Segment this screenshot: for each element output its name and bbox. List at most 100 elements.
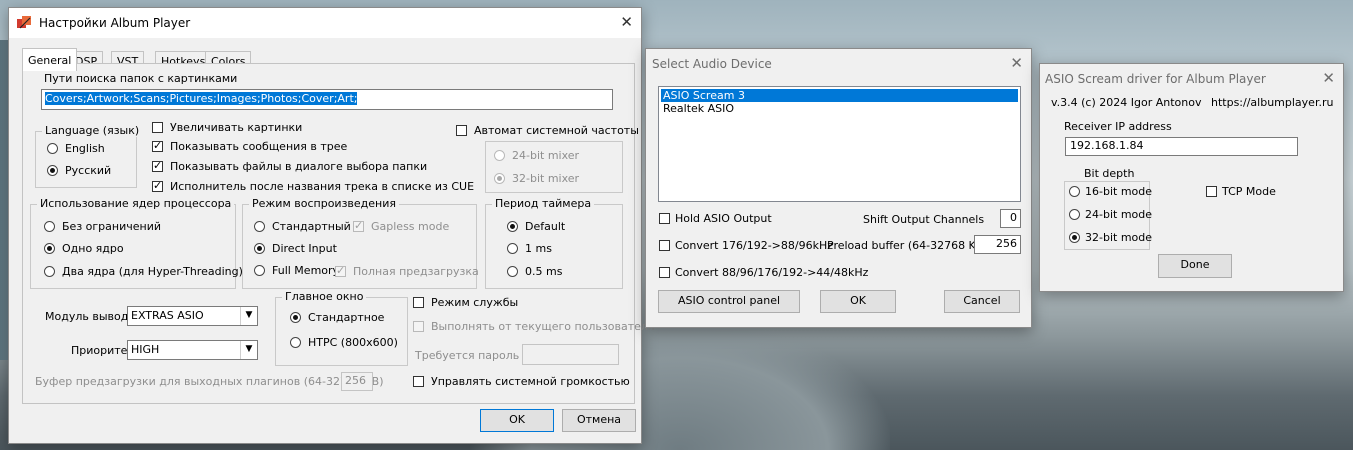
priority-value: HIGH (131, 343, 160, 356)
settings-titlebar[interactable]: Настройки Album Player ✕ (9, 8, 641, 38)
audio-device-window: Select Audio Device ✕ ASIO Scream 3 Real… (645, 48, 1032, 328)
radio-24bit[interactable] (1069, 209, 1080, 220)
radio-32bit-mixer-label: 32-bit mixer (512, 172, 580, 185)
enlarge-checkbox[interactable] (152, 122, 163, 133)
settings-title: Настройки Album Player (39, 16, 191, 30)
password-label: Требуется пароль (415, 349, 520, 362)
radio-russian[interactable] (47, 165, 58, 176)
radio-mainwin-standard[interactable] (290, 312, 301, 323)
output-select[interactable]: EXTRAS ASIO ▼ (127, 306, 258, 326)
scream-titlebar[interactable]: ASIO Scream driver for Album Player ✕ (1040, 64, 1343, 94)
buffer-label: Буфер предзагрузки для выходных плагинов… (35, 375, 384, 388)
radio-timer-1ms[interactable] (507, 243, 518, 254)
audio-ok-button[interactable]: OK (820, 290, 896, 313)
files-checkbox[interactable] (152, 159, 163, 172)
radio-play-direct-label: Direct Input (272, 242, 337, 255)
bit-depth-label: Bit depth (1084, 167, 1135, 180)
auto-freq-label: Автомат системной частоты (474, 124, 639, 137)
run-as-checkbox[interactable] (413, 321, 424, 332)
volume-checkbox[interactable] (413, 376, 424, 387)
radio-cpu-dual[interactable] (44, 266, 55, 277)
paths-label: Пути поиска папок с картинками (44, 72, 238, 85)
device-list[interactable]: ASIO Scream 3 Realtek ASIO (658, 86, 1021, 202)
output-label: Модуль вывода (45, 310, 136, 323)
chevron-down-icon[interactable]: ▼ (240, 307, 257, 325)
shift-channels-value: 0 (1010, 211, 1017, 224)
ip-label: Receiver IP address (1064, 120, 1172, 133)
tray-label: Показывать сообщения в трее (170, 140, 348, 153)
preload-checkbox[interactable] (335, 264, 346, 277)
app-icon (17, 16, 31, 29)
radio-cpu-unlimited-label: Без ограничений (62, 220, 161, 233)
website-link[interactable]: https://albumplayer.ru (1211, 96, 1333, 109)
list-item[interactable]: Realtek ASIO (661, 102, 1018, 115)
paths-input[interactable]: Covers;Artwork;Scans;Pictures;Images;Pho… (41, 89, 613, 110)
gapless-label: Gapless mode (371, 220, 450, 233)
artist-label: Исполнитель после названия трека в списк… (170, 180, 475, 193)
radio-mainwin-htpc[interactable] (290, 337, 301, 348)
radio-russian-label: Русский (65, 164, 112, 177)
radio-play-direct[interactable] (254, 243, 265, 254)
radio-mainwin-standard-label: Стандартное (308, 311, 385, 324)
radio-play-standard[interactable] (254, 221, 265, 232)
settings-ok-button[interactable]: OK (480, 409, 554, 432)
tab-general[interactable]: General (22, 48, 78, 71)
paths-value: Covers;Artwork;Scans;Pictures;Images;Pho… (45, 92, 358, 105)
list-item[interactable]: ASIO Scream 3 (661, 89, 1018, 102)
ip-value: 192.168.1.84 (1070, 139, 1144, 152)
version-text: v.3.4 (c) 2024 Igor Antonov (1051, 96, 1202, 109)
close-icon[interactable]: ✕ (1010, 54, 1023, 72)
tray-checkbox[interactable] (152, 139, 163, 152)
files-label: Показывать файлы в диалоге выбора папки (170, 160, 428, 173)
cpu-group-title: Использование ядер процессора (37, 197, 235, 210)
done-button[interactable]: Done (1158, 254, 1232, 278)
close-icon[interactable]: ✕ (1322, 69, 1335, 87)
preload-buffer-value: 256 (996, 237, 1017, 250)
radio-24bit-mixer[interactable] (494, 150, 505, 161)
radio-play-standard-label: Стандартный (272, 220, 351, 233)
artist-checkbox[interactable] (152, 179, 163, 192)
output-value: EXTRAS ASIO (131, 309, 204, 322)
radio-16bit[interactable] (1069, 186, 1080, 197)
preload-buffer-input[interactable]: 256 (974, 235, 1021, 254)
radio-timer-default-label: Default (525, 220, 566, 233)
convert-88-checkbox[interactable] (659, 267, 670, 278)
radio-32bit-mixer[interactable] (494, 173, 505, 184)
radio-cpu-single[interactable] (44, 243, 55, 254)
audio-cancel-button[interactable]: Cancel (944, 290, 1020, 313)
service-checkbox[interactable] (413, 297, 424, 308)
service-label: Режим службы (431, 296, 519, 309)
chevron-down-icon[interactable]: ▼ (240, 341, 257, 359)
tcp-mode-checkbox[interactable] (1206, 186, 1217, 197)
radio-16bit-label: 16-bit mode (1085, 185, 1153, 198)
radio-english-label: English (65, 142, 105, 155)
priority-label: Приоритет (71, 344, 134, 357)
radio-play-fullmem[interactable] (254, 265, 265, 276)
convert-176-checkbox[interactable] (659, 240, 670, 251)
auto-freq-checkbox[interactable] (456, 125, 467, 136)
audio-title: Select Audio Device (652, 57, 772, 71)
radio-cpu-unlimited[interactable] (44, 221, 55, 232)
hold-output-checkbox[interactable] (659, 213, 670, 224)
password-input[interactable] (522, 344, 619, 365)
scream-driver-window: ASIO Scream driver for Album Player ✕ v.… (1039, 63, 1344, 292)
gapless-checkbox[interactable] (353, 219, 364, 232)
buffer-input[interactable]: 256 (341, 372, 373, 391)
radio-32bit[interactable] (1069, 232, 1080, 243)
radio-timer-05ms[interactable] (507, 266, 518, 277)
language-group: Language (язык) (35, 124, 143, 188)
radio-english[interactable] (47, 143, 58, 154)
shift-channels-label: Shift Output Channels (863, 213, 985, 226)
radio-timer-05ms-label: 0.5 ms (525, 265, 563, 278)
shift-channels-input[interactable]: 0 (1000, 209, 1021, 228)
radio-timer-default[interactable] (507, 221, 518, 232)
audio-titlebar[interactable]: Select Audio Device ✕ (646, 49, 1031, 79)
asio-control-panel-button[interactable]: ASIO control panel (658, 290, 800, 313)
priority-select[interactable]: HIGH ▼ (127, 340, 258, 360)
settings-cancel-button[interactable]: Отмена (562, 409, 636, 432)
close-icon[interactable]: ✕ (620, 13, 633, 31)
ip-input[interactable]: 192.168.1.84 (1065, 137, 1298, 156)
radio-timer-1ms-label: 1 ms (525, 242, 552, 255)
radio-mainwin-htpc-label: HTPC (800x600) (308, 336, 398, 349)
volume-label: Управлять системной громкостью (431, 375, 630, 388)
